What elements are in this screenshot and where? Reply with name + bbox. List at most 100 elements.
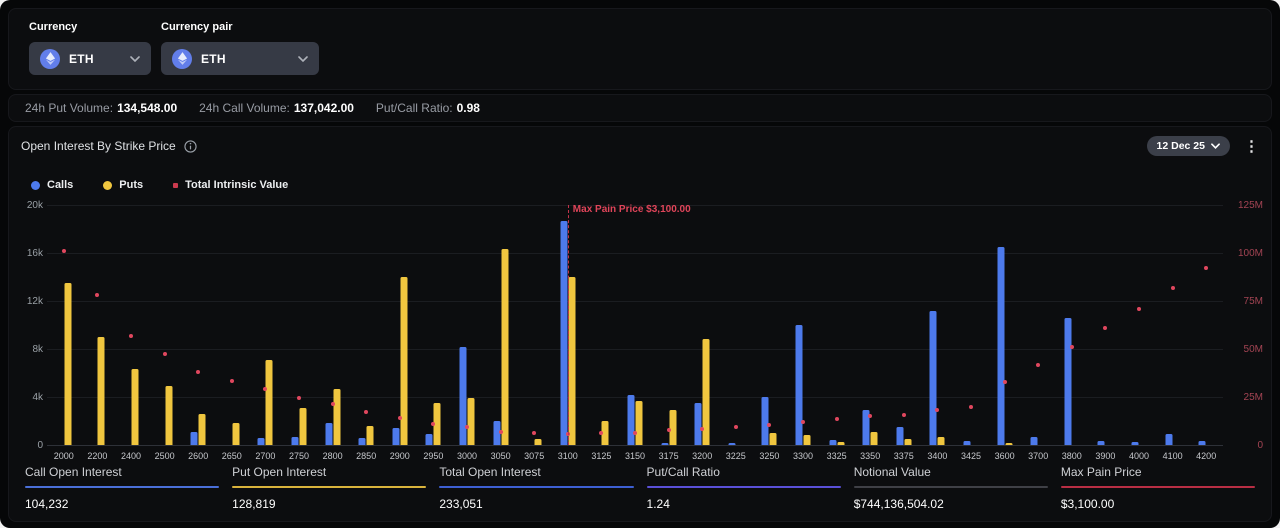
calls-bar[interactable] <box>459 347 466 445</box>
puts-bar[interactable] <box>501 249 508 445</box>
puts-bar[interactable] <box>333 389 340 445</box>
puts-bar[interactable] <box>770 433 777 445</box>
intrinsic-value-dot[interactable] <box>633 431 637 435</box>
intrinsic-value-dot[interactable] <box>163 352 167 356</box>
intrinsic-value-dot[interactable] <box>667 428 671 432</box>
x-axis-tick: 4000 <box>1122 451 1156 461</box>
legend-item-total-intrinsic-value[interactable]: Total Intrinsic Value <box>173 179 288 191</box>
intrinsic-value-dot[interactable] <box>398 416 402 420</box>
strike-group-4200: 4200 <box>1189 205 1223 445</box>
legend-item-calls[interactable]: Calls <box>31 179 73 191</box>
puts-bar[interactable] <box>367 426 374 445</box>
max-pain-annotation: Max Pain Price $3,100.00 <box>573 204 691 215</box>
footer-stat-value: $3,100.00 <box>1061 497 1255 511</box>
intrinsic-value-dot[interactable] <box>95 293 99 297</box>
puts-bar[interactable] <box>266 360 273 445</box>
intrinsic-value-dot[interactable] <box>1070 345 1074 349</box>
puts-bar[interactable] <box>98 337 105 445</box>
intrinsic-value-dot[interactable] <box>297 396 301 400</box>
intrinsic-value-dot[interactable] <box>1171 286 1175 290</box>
intrinsic-value-dot[interactable] <box>230 379 234 383</box>
intrinsic-value-dot[interactable] <box>465 425 469 429</box>
calls-bar[interactable] <box>695 403 702 445</box>
currency-select[interactable]: ETH <box>29 42 151 75</box>
calls-bar[interactable] <box>1031 437 1038 445</box>
calls-bar[interactable] <box>661 443 668 445</box>
calls-bar[interactable] <box>258 438 265 445</box>
intrinsic-value-dot[interactable] <box>532 431 536 435</box>
calls-bar[interactable] <box>359 438 366 445</box>
calls-bar[interactable] <box>1098 441 1105 445</box>
expiry-date-select[interactable]: 12 Dec 25 <box>1147 136 1230 156</box>
intrinsic-value-dot[interactable] <box>62 249 66 253</box>
puts-bar[interactable] <box>938 437 945 445</box>
puts-bar[interactable] <box>400 277 407 445</box>
calls-bar[interactable] <box>762 397 769 445</box>
calls-bar[interactable] <box>426 434 433 445</box>
puts-bar[interactable] <box>131 369 138 445</box>
footer-stat-notional-value: Notional Value$744,136,504.02 <box>854 465 1048 511</box>
puts-bar[interactable] <box>803 435 810 445</box>
calls-bar[interactable] <box>191 432 198 445</box>
puts-bar[interactable] <box>568 277 575 445</box>
legend-item-puts[interactable]: Puts <box>103 179 143 191</box>
intrinsic-value-dot[interactable] <box>331 402 335 406</box>
strike-group-2850: 2850 <box>349 205 383 445</box>
puts-bar[interactable] <box>1005 443 1012 445</box>
put-call-ratio-label: Put/Call Ratio: <box>376 101 453 115</box>
x-axis-tick: 3125 <box>585 451 619 461</box>
puts-bar[interactable] <box>232 423 239 445</box>
strike-group-3325: 3325 <box>820 205 854 445</box>
x-axis-tick: 3200 <box>685 451 719 461</box>
calls-bar[interactable] <box>728 443 735 445</box>
intrinsic-value-dot[interactable] <box>364 410 368 414</box>
intrinsic-value-dot[interactable] <box>1137 307 1141 311</box>
calls-bar[interactable] <box>896 427 903 445</box>
currency-pair-select[interactable]: ETH <box>161 42 319 75</box>
x-axis-tick: 2400 <box>114 451 148 461</box>
calls-bar[interactable] <box>560 221 567 445</box>
calls-bar[interactable] <box>325 423 332 445</box>
intrinsic-value-dot[interactable] <box>1204 266 1208 270</box>
footer-stat-label: Put/Call Ratio <box>647 465 841 479</box>
calls-bar[interactable] <box>829 440 836 445</box>
calls-bar[interactable] <box>1064 318 1071 445</box>
legend-label: Total Intrinsic Value <box>185 179 288 191</box>
calls-bar[interactable] <box>1165 434 1172 445</box>
intrinsic-value-dot[interactable] <box>734 425 738 429</box>
intrinsic-value-dot[interactable] <box>801 420 805 424</box>
puts-bar[interactable] <box>64 283 71 445</box>
calls-bar[interactable] <box>795 325 802 445</box>
calls-bar[interactable] <box>963 441 970 445</box>
puts-bar[interactable] <box>871 432 878 445</box>
intrinsic-value-dot[interactable] <box>196 370 200 374</box>
kebab-menu-icon[interactable]: ⋮ <box>1242 139 1261 154</box>
intrinsic-value-dot[interactable] <box>969 405 973 409</box>
puts-bar[interactable] <box>299 408 306 445</box>
intrinsic-value-dot[interactable] <box>902 413 906 417</box>
intrinsic-value-dot[interactable] <box>835 417 839 421</box>
puts-bar[interactable] <box>199 414 206 445</box>
info-icon[interactable] <box>184 140 197 153</box>
intrinsic-value-dot[interactable] <box>1003 380 1007 384</box>
footer-stat-value: 104,232 <box>25 497 219 511</box>
puts-bar[interactable] <box>535 439 542 445</box>
intrinsic-value-dot[interactable] <box>1036 363 1040 367</box>
puts-bar[interactable] <box>635 401 642 445</box>
calls-bar[interactable] <box>1131 442 1138 445</box>
puts-bar[interactable] <box>904 439 911 445</box>
intrinsic-value-dot[interactable] <box>1103 326 1107 330</box>
calls-bar[interactable] <box>930 311 937 445</box>
puts-bar[interactable] <box>837 442 844 445</box>
strike-group-3700: 3700 <box>1021 205 1055 445</box>
calls-bar[interactable] <box>627 395 634 445</box>
calls-bar[interactable] <box>392 428 399 445</box>
calls-bar[interactable] <box>291 437 298 445</box>
calls-bar[interactable] <box>997 247 1004 445</box>
x-axis-tick: 2200 <box>81 451 115 461</box>
puts-bar[interactable] <box>467 398 474 445</box>
intrinsic-value-dot[interactable] <box>129 334 133 338</box>
puts-bar[interactable] <box>165 386 172 445</box>
calls-bar[interactable] <box>1199 441 1206 445</box>
intrinsic-value-dot[interactable] <box>499 430 503 434</box>
